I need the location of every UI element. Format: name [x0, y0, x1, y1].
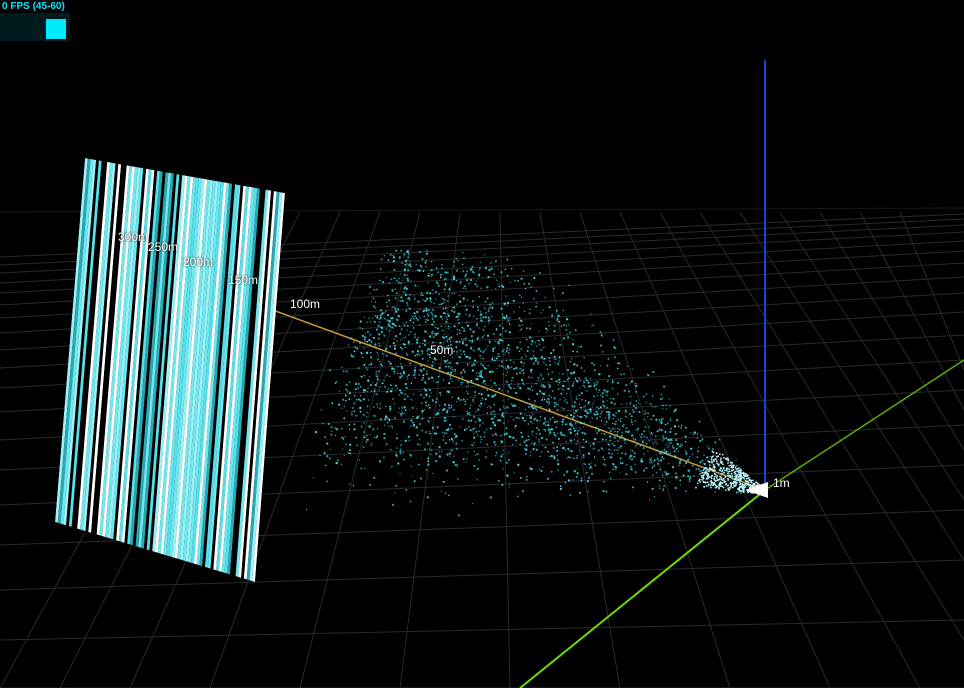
- distance-label: 100m: [290, 297, 320, 311]
- distance-label: 50m: [430, 343, 453, 357]
- axis-x-far: [765, 360, 964, 490]
- distance-label: 1m: [773, 476, 790, 490]
- axis-x: [520, 490, 765, 688]
- distance-label: 200m: [183, 255, 213, 269]
- distance-label: 300m: [118, 230, 148, 244]
- fps-graph: [0, 13, 70, 41]
- striped-slab: [55, 158, 285, 582]
- fps-bar: [46, 19, 66, 39]
- fps-counter[interactable]: 0 FPS (45-60): [0, 0, 70, 41]
- fps-text: 0 FPS (45-60): [0, 0, 70, 13]
- distance-label: 150m: [228, 273, 258, 287]
- 3d-viewport[interactable]: 1m 50m 100m 150m 200m 250m300m 0 FPS (45-60): [0, 0, 964, 688]
- distance-label: 250m: [148, 240, 178, 254]
- scene-svg: [0, 0, 964, 688]
